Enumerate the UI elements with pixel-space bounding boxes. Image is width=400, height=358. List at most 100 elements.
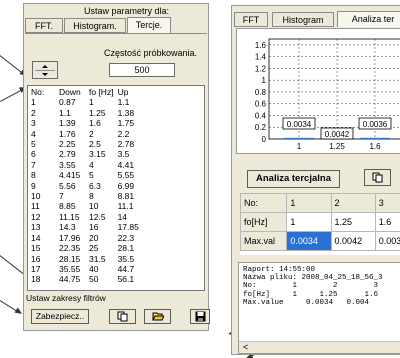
spinner-up-icon[interactable] [42,65,48,68]
table-cell: 2.25 [59,139,76,150]
table-row[interactable]: 13 14.3 16 17.85 [29,222,141,232]
spinner[interactable] [32,61,58,79]
report-scrollbar[interactable]: < [239,341,400,353]
chart-area: 1.6 1.4 1.2 1 0.8 0.6 0.4 0.2 0 1 1.25 1.6 0.0034 0.0… [236,28,400,154]
y-tick-label: 0.4 [255,111,267,120]
bar [360,137,390,139]
copy-icon [117,311,128,322]
copy-button[interactable] [109,309,136,324]
tab-fft-params[interactable]: FFT. [25,18,63,33]
parameters-header: Ustaw parametry dla: [84,6,170,16]
table-cell: 28.1 [117,243,135,254]
table-row[interactable]: 1 0.87 1 1.1 [29,97,141,107]
table-cell: 15 [31,243,41,254]
y-tick-label: 0 [262,135,267,144]
table-row[interactable]: 5 2.25 2.5 2.78 [29,139,141,149]
table-cell: 1.75 [117,118,135,129]
table-row[interactable]: 12 11.15 12.5 14 [29,212,141,222]
table-cell: 8.81 [117,191,135,202]
table-row[interactable]: 7 3.55 4 4.41 [29,160,141,170]
filter-table-grid: No: Down fo [Hz] Up 1 0.87 1 1.1 2 1.1 1.25 1.3… [29,87,141,285]
table-row[interactable]: 6 2.79 3.15 3.5 [29,149,141,159]
table-cell: 5.56 [59,180,76,191]
table-row[interactable]: 14 17.96 20 22.3 [29,233,141,243]
table-cell: 3.5 [117,149,130,160]
table-row[interactable]: 16 28.15 31.5 35.5 [29,254,141,264]
grid-cell: fo[Hz] [240,212,288,232]
table-cell: 14 [31,232,41,243]
table-cell: 22.35 [59,243,81,254]
spinner-down-icon[interactable] [42,73,48,76]
table-row[interactable]: 18 44.75 50 56.1 [29,274,141,284]
report-box[interactable]: Raport: 14:55:00 Nazwa pliku: 2008_04_25_… [238,262,400,354]
save-button[interactable] [190,309,210,324]
grid-cell[interactable]: 1 [286,212,332,232]
protect-button[interactable]: Zabezpiecz.. [31,309,89,324]
table-row[interactable]: 11 8.85 10 11.1 [29,201,141,211]
data-label: 0.0036 [363,120,388,129]
table-cell: 8.85 [59,201,76,212]
scroll-left-icon[interactable]: < [243,342,248,353]
copy-icon [372,172,383,183]
col-no: No: [31,87,45,97]
report-line: Max.value 0.0034 0.004 [243,298,370,307]
table-cell: 4.41 [117,159,135,170]
table-cell: 44.7 [117,263,135,274]
results-grid[interactable]: No: 1 2 3 fo[Hz] 1 1.25 1.6 Max.val 0.00… [240,193,400,255]
tab-histogram[interactable]: Histogram [272,12,334,27]
grid-cell[interactable]: 1.25 [330,212,376,232]
table-cell: 9 [31,180,36,191]
table-row[interactable]: 10 7 8 8.81 [29,191,141,201]
table-cell: 17.96 [59,232,81,243]
grid-cell[interactable]: 0.0036 [374,231,400,251]
y-tick-label: 1 [262,76,267,85]
table-cell: 0.87 [59,97,76,108]
grid-header-row: No: 1 2 3 [240,193,400,213]
grid-cell[interactable]: 1.6 [374,212,400,232]
sample-rate-label: Częstość próbkowania. [104,48,198,58]
annotation-arrow-4 [0,300,21,314]
floppy-save-icon [195,311,205,322]
tab-analiza-tercjalna[interactable]: Analiza ter [337,11,400,27]
table-row[interactable]: 4 1.76 2 2.2 [29,129,141,139]
table-row[interactable]: 9 5.56 6.3 6.99 [29,181,141,191]
table-cell: 17.85 [117,222,139,233]
grid-cell-selected[interactable]: 0.0034 [286,231,332,251]
folder-open-icon [151,312,165,321]
y-tick-label: 0.2 [255,123,267,132]
grid-cell[interactable]: 0.0042 [330,231,376,251]
table-cell: 2.2 [117,128,130,139]
results-grid-table: No: 1 2 3 fo[Hz] 1 1.25 1.6 Max.val 0.00… [240,193,400,251]
table-cell: 2.79 [59,149,76,160]
table-cell: 40 [89,263,99,274]
table-row[interactable]: 3 1.39 1.6 1.75 [29,118,141,128]
tab-tercje-params[interactable]: Tercje. [127,17,171,33]
table-row[interactable]: 15 22.35 25 28.1 [29,243,141,253]
y-tick-label: 1.2 [255,64,267,73]
x-tick-label: 1.6 [369,142,381,151]
table-cell: 56.1 [117,274,135,285]
table-cell: 44.75 [59,274,81,285]
tab-fft[interactable]: FFT [234,12,268,27]
table-cell: 1.1 [117,97,130,108]
grid-cell: 2 [330,193,376,213]
report-text: Raport: 14:55:00 Nazwa pliku: 2008_04_25_… [239,263,400,307]
analysis-button[interactable]: Analiza tercjalna [247,170,340,188]
table-cell: 5.55 [117,170,135,181]
filter-table[interactable]: No: Down fo [Hz] Up 1 0.87 1 1.1 2 1.1 1.25 1.3… [27,85,205,291]
table-row[interactable]: 2 1.1 1.25 1.38 [29,108,141,118]
table-row[interactable]: 8 4.415 5 5.55 [29,170,141,180]
open-button[interactable] [144,309,171,324]
table-cell: 10 [31,191,41,202]
sample-rate-input[interactable]: 500 [109,63,175,77]
table-cell: 28.15 [59,253,81,264]
table-cell: 1 [89,97,94,108]
tab-histogram-params[interactable]: Histogram. [64,18,126,33]
table-cell: 6.99 [117,180,135,191]
copy-results-button[interactable] [364,169,391,186]
table-cell: 8 [89,191,94,202]
table-cell: 6 [31,149,36,160]
y-tick-label: 0.8 [255,88,267,97]
filter-range-label: Ustaw zakresy filtrów [26,293,106,303]
table-row[interactable]: 17 35.55 40 44.7 [29,264,141,274]
